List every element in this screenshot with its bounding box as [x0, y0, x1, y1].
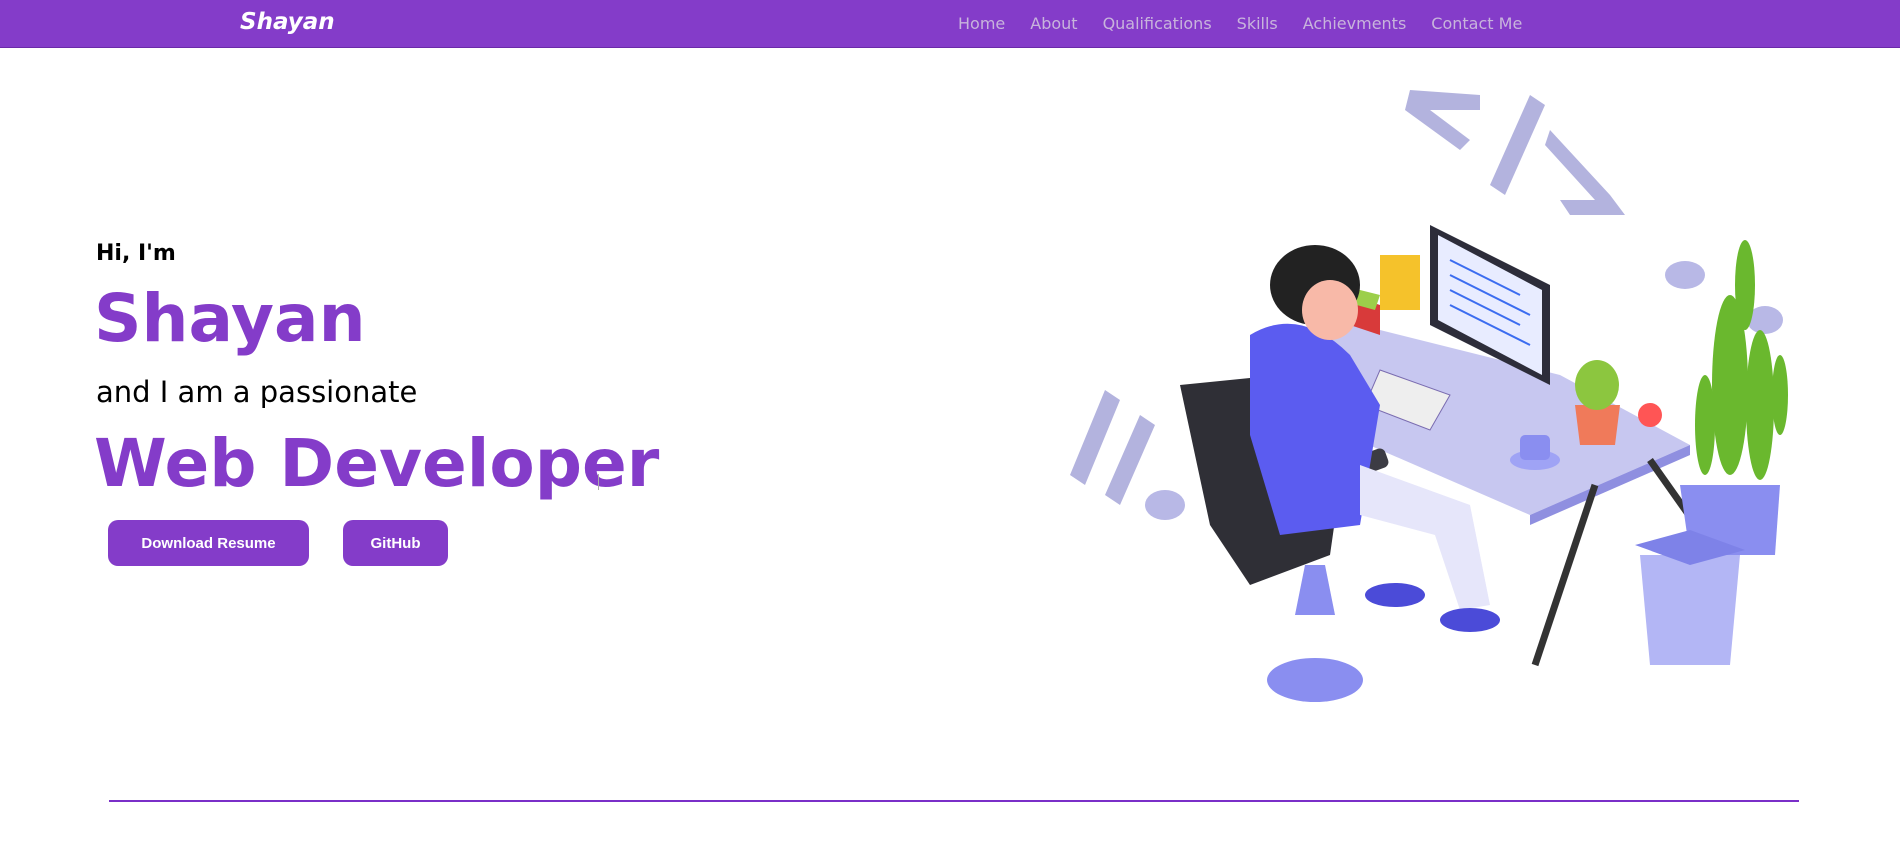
nav-home[interactable]: Home: [958, 14, 1005, 33]
nav-about[interactable]: About: [1030, 14, 1077, 33]
greeting: Hi, I'm: [96, 241, 176, 266]
nav-menu: Home About Qualifications Skills Achievm…: [958, 14, 1522, 33]
github-button[interactable]: GitHub: [343, 520, 448, 566]
tagline: and I am a passionate: [96, 375, 418, 409]
nav-skills[interactable]: Skills: [1237, 14, 1278, 33]
typed-role: Web Developer: [94, 425, 660, 502]
nav-achievements[interactable]: Achievments: [1303, 14, 1407, 33]
navbar: Shayan Home About Qualifications Skills …: [0, 0, 1900, 48]
nav-qualifications[interactable]: Qualifications: [1103, 14, 1212, 33]
section-divider: [109, 800, 1799, 802]
download-resume-button[interactable]: Download Resume: [108, 520, 309, 566]
hero-name: Shayan: [94, 280, 366, 357]
typing-cursor: [598, 474, 599, 490]
logo[interactable]: Shayan: [240, 9, 335, 35]
nav-contact[interactable]: Contact Me: [1431, 14, 1522, 33]
developer-illustration: [1070, 90, 1788, 702]
